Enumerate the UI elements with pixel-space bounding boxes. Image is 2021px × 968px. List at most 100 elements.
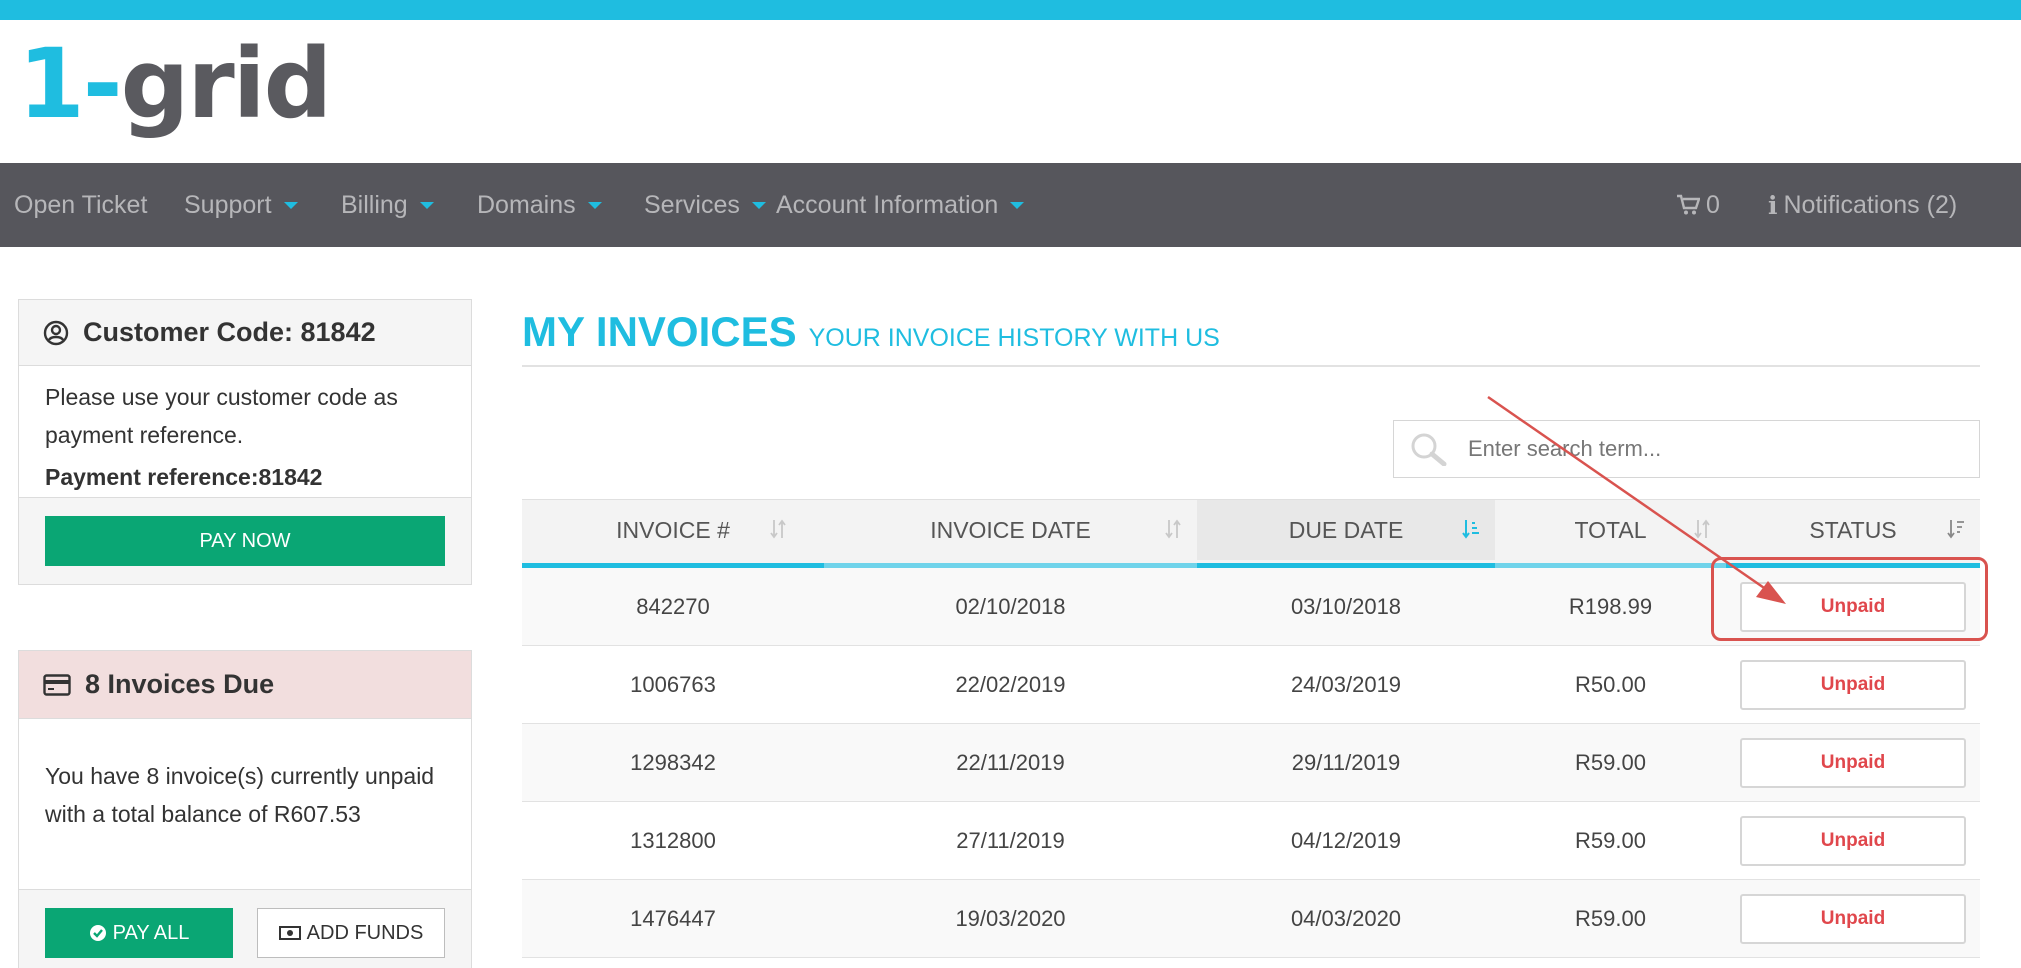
column-label: INVOICE DATE — [930, 516, 1091, 543]
table-row — [522, 958, 1980, 968]
nav-billing[interactable]: Billing — [341, 163, 434, 247]
brand-logo[interactable]: 1- grid — [18, 28, 333, 146]
invoices-due-footer: PAY ALL ADD FUNDS — [19, 889, 471, 968]
search-input[interactable] — [1468, 436, 1928, 462]
cell-invoice-date: 22/11/2019 — [956, 749, 1065, 775]
sort-icon — [1461, 518, 1481, 540]
main-navbar: Open Ticket Support Billing Domains Serv… — [0, 163, 2021, 247]
table-row[interactable]: 1006763 22/02/2019 24/03/2019 R50.00 Unp… — [522, 646, 1980, 724]
nav-open-ticket[interactable]: Open Ticket — [14, 163, 147, 247]
title-divider — [522, 365, 1980, 367]
cell-status: Unpaid — [1726, 646, 1980, 723]
nav-domains[interactable]: Domains — [477, 163, 602, 247]
page-subtitle: YOUR INVOICE HISTORY WITH US — [808, 324, 1220, 352]
cell-invoice-date: 02/10/2018 — [955, 593, 1066, 619]
invoices-due-text: You have 8 invoice(s) currently unpaid w… — [45, 763, 435, 827]
column-due-date[interactable]: DUE DATE — [1197, 500, 1495, 560]
search-icon — [1410, 432, 1450, 466]
status-badge[interactable]: Unpaid — [1740, 815, 1966, 866]
column-label: STATUS — [1809, 516, 1897, 543]
pay-now-button[interactable]: PAY NOW — [45, 516, 445, 566]
add-funds-button[interactable]: ADD FUNDS — [257, 908, 445, 958]
cell-invoice-number[interactable]: 1312800 — [522, 802, 824, 879]
nav-notifications[interactable]: i Notifications (2) — [1768, 163, 1957, 247]
cell-due-date: 03/10/2018 — [1290, 593, 1402, 619]
nav-services[interactable]: Services — [644, 163, 766, 247]
notifications-label: Notifications (2) — [1783, 190, 1958, 219]
column-total[interactable]: TOTAL — [1495, 500, 1726, 560]
cell-status: Unpaid — [1726, 724, 1980, 801]
payment-reference: Payment reference:81842 — [45, 464, 323, 490]
invoices-due-header: 8 Invoices Due — [19, 651, 471, 719]
nav-account-information[interactable]: Account Information — [776, 163, 1025, 247]
sort-icon — [1946, 518, 1966, 540]
credit-card-icon — [43, 673, 71, 696]
sort-icon — [768, 518, 788, 540]
cell-invoice-number[interactable]: 1006763 — [522, 646, 824, 723]
chevron-down-icon — [587, 201, 602, 209]
page-title: MY INVOICES YOUR INVOICE HISTORY WITH US — [522, 308, 1220, 356]
status-badge[interactable]: Unpaid — [1740, 737, 1966, 788]
nav-open-ticket-label: Open Ticket — [14, 190, 148, 219]
cell-due-date: 04/12/2019 — [1290, 827, 1402, 853]
cell-invoice-date: 19/03/2020 — [955, 905, 1066, 931]
cart-count: 0 — [1706, 190, 1720, 219]
column-invoice-number[interactable]: INVOICE # — [522, 500, 824, 560]
invoices-due-body: You have 8 invoice(s) currently unpaid w… — [19, 719, 471, 889]
logo-part-1: 1- — [18, 28, 123, 140]
pay-all-button[interactable]: PAY ALL — [45, 908, 233, 958]
customer-code-panel: Customer Code: 81842 Please use your cus… — [18, 299, 472, 585]
invoices-due-panel: 8 Invoices Due You have 8 invoice(s) cur… — [18, 650, 472, 968]
status-badge[interactable]: Unpaid — [1740, 893, 1966, 944]
user-circle-icon — [43, 320, 69, 346]
logo-part-2: grid — [120, 28, 333, 140]
cell-due-date: 04/03/2020 — [1290, 905, 1402, 931]
customer-code-text: Please use your customer code as payment… — [45, 384, 398, 448]
table-row[interactable]: 1298342 22/11/2019 29/11/2019 R59.00 Unp… — [522, 724, 1980, 802]
money-icon — [278, 926, 301, 940]
nav-domains-label: Domains — [477, 190, 576, 219]
nav-support[interactable]: Support — [184, 163, 298, 247]
cell-status: Unpaid — [1726, 880, 1980, 957]
cell-invoice-number[interactable]: 842270 — [522, 568, 824, 645]
table-row[interactable]: 1312800 27/11/2019 04/12/2019 R59.00 Unp… — [522, 802, 1980, 880]
table-row[interactable]: 1476447 19/03/2020 04/03/2020 R59.00 Unp… — [522, 880, 1980, 958]
chevron-down-icon — [419, 201, 434, 209]
nav-billing-label: Billing — [341, 190, 408, 219]
cell-total: R59.00 — [1575, 749, 1646, 775]
sort-icon — [1692, 518, 1712, 540]
info-icon: i — [1768, 190, 1778, 220]
customer-code-footer: PAY NOW — [19, 497, 471, 584]
cell-invoice-number[interactable]: 1298342 — [522, 724, 824, 801]
column-label: DUE DATE — [1288, 516, 1404, 543]
nav-account-information-label: Account Information — [776, 190, 999, 219]
sort-icon — [1163, 518, 1183, 540]
column-invoice-date[interactable]: INVOICE DATE — [824, 500, 1197, 560]
cell-invoice-number[interactable]: 1476447 — [522, 880, 824, 957]
chevron-down-icon — [1010, 201, 1025, 209]
nav-support-label: Support — [184, 190, 272, 219]
cell-status: Unpaid — [1726, 802, 1980, 879]
nav-cart[interactable]: 0 — [1676, 163, 1720, 247]
chevron-down-icon — [283, 201, 298, 209]
column-label: INVOICE # — [616, 516, 730, 543]
invoices-due-title: 8 Invoices Due — [85, 669, 275, 699]
cell-total: R50.00 — [1575, 671, 1646, 697]
add-funds-label: ADD FUNDS — [306, 921, 424, 944]
cell-total: R59.00 — [1575, 827, 1646, 853]
search-box[interactable] — [1393, 420, 1980, 478]
nav-services-label: Services — [644, 190, 740, 219]
column-label: TOTAL — [1574, 516, 1647, 543]
column-status[interactable]: STATUS — [1726, 500, 1980, 560]
check-circle-icon — [89, 924, 107, 942]
cell-invoice-date: 27/11/2019 — [956, 827, 1065, 853]
pay-all-label: PAY ALL — [112, 921, 190, 944]
table-header: INVOICE # INVOICE DATE DUE DATE TOTAL ST… — [522, 499, 1980, 563]
cell-due-date: 29/11/2019 — [1291, 749, 1401, 775]
status-badge[interactable]: Unpaid — [1740, 659, 1966, 710]
page-title-main: MY INVOICES — [522, 308, 797, 355]
customer-code-body: Please use your customer code as payment… — [19, 366, 471, 497]
cell-total: R198.99 — [1568, 593, 1653, 619]
cell-due-date: 24/03/2019 — [1290, 671, 1402, 697]
customer-code-title: Customer Code: 81842 — [83, 317, 376, 347]
